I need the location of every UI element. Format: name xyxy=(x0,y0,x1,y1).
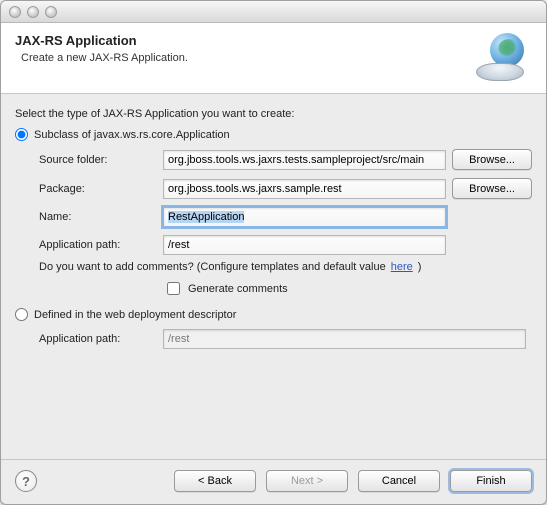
banner: JAX-RS Application Create a new JAX-RS A… xyxy=(1,23,546,94)
option-descriptor-row[interactable]: Defined in the web deployment descriptor xyxy=(15,308,532,321)
finish-button[interactable]: Finish xyxy=(450,470,532,492)
package-input[interactable] xyxy=(163,179,446,199)
radio-subclass-label: Subclass of javax.ws.rs.core.Application xyxy=(34,129,230,141)
back-button[interactable]: < Back xyxy=(174,470,256,492)
help-icon[interactable]: ? xyxy=(15,470,37,492)
next-button: Next > xyxy=(266,470,348,492)
descriptor-app-path-input xyxy=(163,329,526,349)
titlebar xyxy=(1,1,546,23)
cancel-button[interactable]: Cancel xyxy=(358,470,440,492)
generate-comments-label: Generate comments xyxy=(188,283,288,295)
source-folder-label: Source folder: xyxy=(39,154,157,166)
banner-title: JAX-RS Application xyxy=(15,33,474,48)
wizard-window: JAX-RS Application Create a new JAX-RS A… xyxy=(0,0,547,505)
name-label: Name: xyxy=(39,211,157,223)
globe-dish-icon xyxy=(474,33,532,81)
window-close-icon[interactable] xyxy=(9,6,21,18)
source-folder-input[interactable] xyxy=(163,150,446,170)
window-zoom-icon[interactable] xyxy=(45,6,57,18)
app-path-label: Application path: xyxy=(39,239,157,251)
instruction-text: Select the type of JAX-RS Application yo… xyxy=(15,108,532,120)
banner-subtitle: Create a new JAX-RS Application. xyxy=(21,52,474,64)
radio-subclass[interactable] xyxy=(15,128,28,141)
descriptor-app-path-label: Application path: xyxy=(39,333,157,345)
generate-comments-row[interactable]: Generate comments xyxy=(163,279,532,298)
configure-templates-link[interactable]: here xyxy=(391,261,413,273)
name-input[interactable] xyxy=(163,207,446,227)
window-minimize-icon[interactable] xyxy=(27,6,39,18)
browse-source-folder-button[interactable]: Browse... xyxy=(452,149,532,170)
footer: ? < Back Next > Cancel Finish xyxy=(1,459,546,504)
descriptor-form: Application path: xyxy=(39,329,532,349)
comments-question: Do you want to add comments? (Configure … xyxy=(39,261,532,273)
generate-comments-checkbox[interactable] xyxy=(167,282,180,295)
radio-descriptor[interactable] xyxy=(15,308,28,321)
browse-package-button[interactable]: Browse... xyxy=(452,178,532,199)
radio-descriptor-label: Defined in the web deployment descriptor xyxy=(34,309,236,321)
content-area: Select the type of JAX-RS Application yo… xyxy=(1,94,546,459)
subclass-form: Source folder: Browse... Package: Browse… xyxy=(39,149,532,255)
app-path-input[interactable] xyxy=(163,235,446,255)
package-label: Package: xyxy=(39,183,157,195)
option-subclass-row[interactable]: Subclass of javax.ws.rs.core.Application xyxy=(15,128,532,141)
